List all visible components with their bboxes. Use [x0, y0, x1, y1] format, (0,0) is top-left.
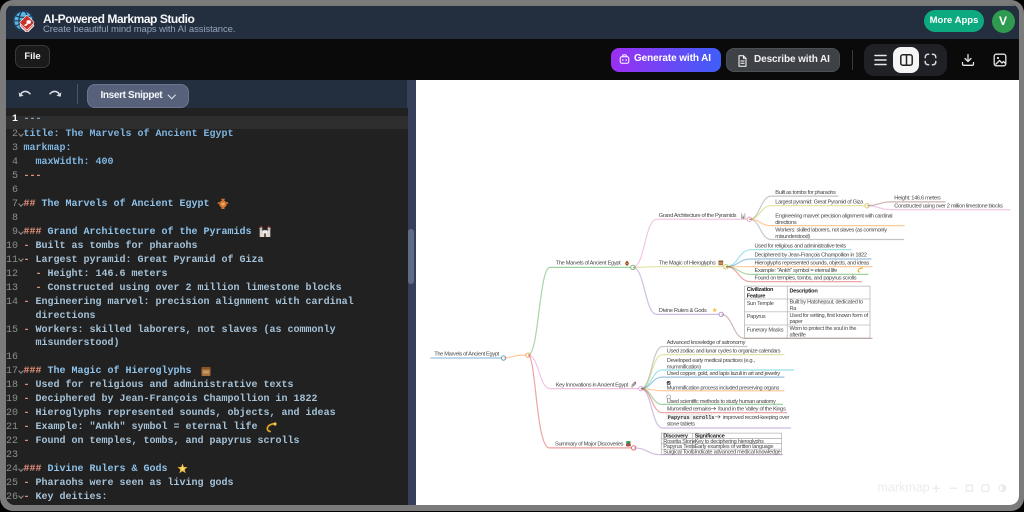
svg-text:Papyrus scrolls: Papyrus scrolls [667, 414, 714, 420]
svg-text:Description: Description [789, 288, 818, 294]
svg-text:Civilization: Civilization [746, 287, 773, 293]
svg-text:Used for religious and adminis: Used for religious and administrative te… [754, 243, 846, 249]
svg-text:afterlife: afterlife [789, 332, 805, 338]
svg-text:markmap: markmap [877, 480, 929, 494]
svg-text:Workers: skilled laborers, not: Workers: skilled laborers, not slaves (a… [775, 227, 887, 233]
svg-text:Surgical Tools: Surgical Tools [663, 449, 695, 455]
svg-text:The Marvels of Ancient Egypt: The Marvels of Ancient Egypt [555, 260, 620, 266]
svg-text:Built by Hatshepsut, dedicated: Built by Hatshepsut, dedicated to [789, 299, 863, 305]
svg-text:Sun Temple: Sun Temple [746, 300, 773, 306]
svg-text:Deciphered by Jean-François Ch: Deciphered by Jean-François Champollion … [754, 252, 866, 258]
svg-text:Advanced knowledge of astronom: Advanced knowledge of astronomy [666, 340, 745, 346]
svg-text:Worn to protect the soul in th: Worn to protect the soul in the [789, 326, 856, 332]
svg-text:found in the Valley of the Kin: found in the Valley of the Kings [718, 406, 786, 412]
svg-text:Mummified remains: Mummified remains [666, 406, 710, 412]
svg-text:Indicate advanced medical know: Indicate advanced medical knowledge [694, 449, 780, 455]
svg-text:stone tablets: stone tablets [666, 421, 694, 427]
svg-text:Divine Rulers & Gods: Divine Rulers & Gods [658, 308, 706, 314]
svg-text:Key Innovations in Ancient Egy: Key Innovations in Ancient Egypt [555, 382, 628, 388]
svg-text:mummification): mummification) [666, 364, 700, 370]
svg-text:The Magic of Hieroglyphs: The Magic of Hieroglyphs [658, 260, 715, 266]
svg-text:paper: paper [789, 319, 802, 325]
svg-text:Example: "Ankh" symbol = etern: Example: "Ankh" symbol = eternal life [754, 268, 837, 274]
svg-text:Mummification process included: Mummification process included preservin… [666, 385, 779, 391]
svg-text:Used zodiac and lunar cycles t: Used zodiac and lunar cycles to organize… [666, 348, 780, 354]
svg-text:The Marvels of Ancient Egypt: The Marvels of Ancient Egypt [434, 351, 499, 357]
svg-text:Engineering marvel: precision: Engineering marvel: precision alignment … [775, 213, 892, 219]
svg-text:Used copper, gold, and lapis l: Used copper, gold, and lapis lazuli in a… [666, 370, 780, 376]
svg-text:Funerary Masks: Funerary Masks [746, 327, 783, 333]
svg-text:Hieroglyphs represented sounds: Hieroglyphs represented sounds, objects,… [754, 260, 869, 266]
svg-text:misunderstood): misunderstood) [775, 234, 810, 240]
svg-text:Summary of Major Discoveries: Summary of Major Discoveries [555, 441, 624, 447]
svg-text:Used scientific methods to stu: Used scientific methods to study human a… [666, 398, 775, 404]
svg-text:Largest pyramid: Great Pyramid: Largest pyramid: Great Pyramid of Giza [775, 199, 864, 205]
svg-text:Grand Architecture of the Pyra: Grand Architecture of the Pyramids [658, 212, 736, 218]
svg-text:improved record-keeping over: improved record-keeping over [722, 414, 789, 420]
svg-text:Height: 146.6 meters: Height: 146.6 meters [894, 195, 941, 201]
svg-text:Developed early medical practi: Developed early medical practices (e.g., [666, 357, 755, 363]
svg-text:Constructed using over 2 milli: Constructed using over 2 million limesto… [894, 203, 1003, 209]
svg-text:directions: directions [775, 220, 797, 226]
svg-text:Ra: Ra [789, 305, 797, 311]
svg-text:Used for writing, first known: Used for writing, first known form of [789, 312, 868, 318]
svg-text:Papyrus: Papyrus [746, 314, 765, 320]
svg-text:Built as tombs for pharaohs: Built as tombs for pharaohs [775, 189, 836, 195]
svg-text:Found on temples, tombs, and p: Found on temples, tombs, and papyrus scr… [754, 275, 856, 281]
svg-text:Feature: Feature [746, 293, 765, 299]
